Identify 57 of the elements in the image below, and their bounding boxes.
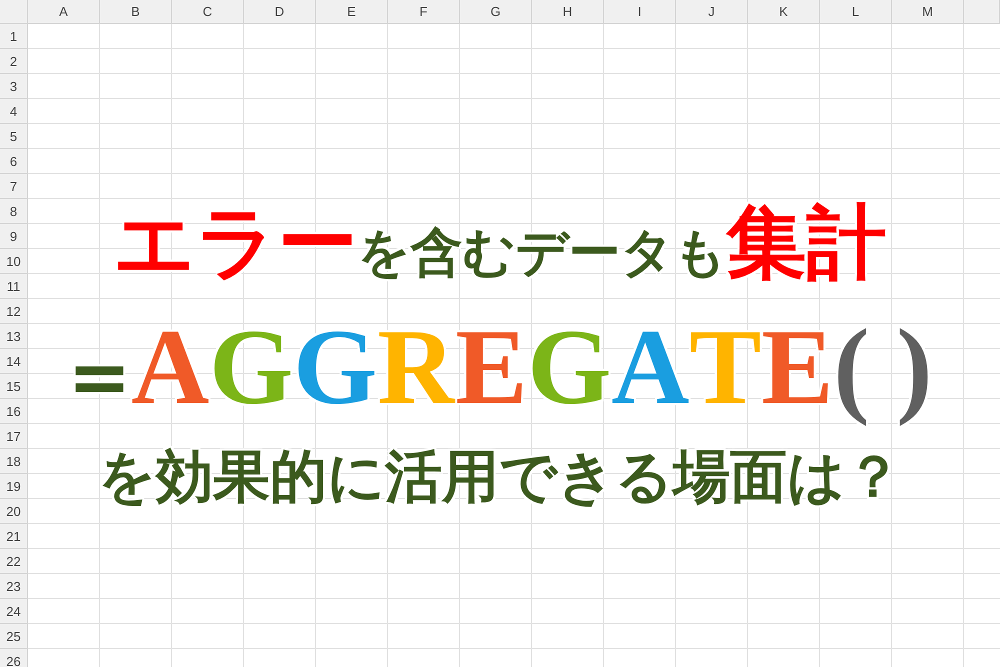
row-header[interactable]: 5	[0, 124, 28, 149]
headline-text: E	[455, 308, 528, 428]
headline-text: G	[293, 308, 378, 428]
row-header[interactable]: 13	[0, 324, 28, 349]
row-header[interactable]: 17	[0, 424, 28, 449]
row-header[interactable]: 14	[0, 349, 28, 374]
headline-text: G	[527, 308, 612, 428]
row-header[interactable]: 16	[0, 399, 28, 424]
headline-text: を含むデータも	[358, 223, 726, 285]
column-header[interactable]: L	[820, 0, 892, 24]
headline-text: ( )	[833, 308, 932, 428]
cell-grid[interactable]	[28, 24, 1000, 667]
row-header[interactable]: 6	[0, 149, 28, 174]
row-header[interactable]: 2	[0, 49, 28, 74]
row-header[interactable]: 25	[0, 624, 28, 649]
row-header[interactable]: 20	[0, 499, 28, 524]
column-header[interactable]: C	[172, 0, 244, 24]
column-header[interactable]: M	[892, 0, 964, 24]
row-header[interactable]: 8	[0, 199, 28, 224]
column-header[interactable]: D	[244, 0, 316, 24]
column-header[interactable]: J	[676, 0, 748, 24]
column-header[interactable]	[964, 0, 1000, 24]
row-header[interactable]: 26	[0, 649, 28, 667]
column-header[interactable]: E	[316, 0, 388, 24]
headline-text: E	[761, 308, 834, 428]
headline-text: 集計	[726, 195, 886, 291]
row-header[interactable]: 4	[0, 99, 28, 124]
headline-text: A	[611, 308, 690, 428]
column-header[interactable]: B	[100, 0, 172, 24]
row-header[interactable]: 9	[0, 224, 28, 249]
row-header[interactable]: 18	[0, 449, 28, 474]
headline-text: エラー	[114, 195, 358, 291]
row-header[interactable]: 24	[0, 599, 28, 624]
row-header[interactable]: 10	[0, 249, 28, 274]
row-header[interactable]: 1	[0, 24, 28, 49]
row-header[interactable]: 19	[0, 474, 28, 499]
row-header[interactable]: 21	[0, 524, 28, 549]
column-header[interactable]: G	[460, 0, 532, 24]
row-header[interactable]: 22	[0, 549, 28, 574]
column-header[interactable]: K	[748, 0, 820, 24]
headline-text: =	[68, 331, 132, 423]
column-header[interactable]: F	[388, 0, 460, 24]
row-header[interactable]: 23	[0, 574, 28, 599]
select-all-corner[interactable]	[0, 0, 28, 24]
row-header[interactable]: 12	[0, 299, 28, 324]
headline-text: R	[377, 308, 456, 428]
row-header[interactable]: 7	[0, 174, 28, 199]
row-header[interactable]: 3	[0, 74, 28, 99]
column-header[interactable]: A	[28, 0, 100, 24]
headline-text: G	[209, 308, 294, 428]
row-header[interactable]: 11	[0, 274, 28, 299]
column-header[interactable]: I	[604, 0, 676, 24]
headline-text: T	[689, 308, 762, 428]
headline-text: A	[131, 308, 210, 428]
headline-text: を効果的に活用できる場面は？	[98, 443, 902, 512]
row-header[interactable]: 15	[0, 374, 28, 399]
column-header[interactable]: H	[532, 0, 604, 24]
